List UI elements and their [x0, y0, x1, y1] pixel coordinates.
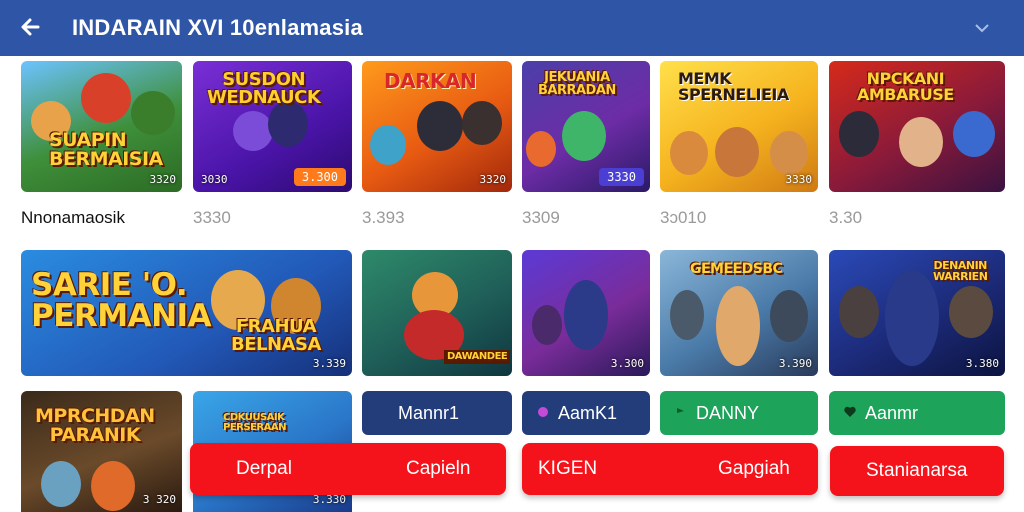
pill-button-1[interactable]: Mannr1: [362, 391, 512, 435]
tile-art-title: NPCKANI AMBARUSE: [857, 69, 954, 104]
tile-art-title: SARIE 'O. PERMANIA: [31, 267, 212, 334]
tile-value: 3330: [785, 173, 813, 186]
row-label-5: 3ɔ010: [660, 208, 707, 227]
chevron-down-icon[interactable]: [970, 16, 994, 40]
pill-button-2[interactable]: AamK1: [522, 391, 650, 435]
pill-button-3[interactable]: DANNY: [660, 391, 818, 435]
game-tile-banner[interactable]: SARIE 'O. PERMANIA FRAHUA BELNASA 3.339: [21, 250, 352, 376]
tile-value: 3.300: [610, 357, 644, 370]
game-tile-2[interactable]: SUSDON WEDNAUCK 3030 3.300: [193, 61, 352, 192]
action-button-label: Stanianarsa: [866, 460, 968, 481]
tile-art-title: DENANIN WARRIEN: [933, 259, 988, 283]
row-label-1: Nnonamaosik: [21, 208, 125, 227]
action-button-3[interactable]: Stanianarsa: [830, 446, 1004, 496]
tile-art-title: DAWANDEE: [444, 350, 511, 364]
pill-button-label: Mannr1: [398, 402, 460, 423]
tile-art-title: SUSDON WEDNAUCK: [207, 69, 321, 108]
tile-art-title: MPRCHDAN PARANIK: [35, 405, 155, 446]
pill-button-4[interactable]: Aanmr: [829, 391, 1005, 435]
action-button-left-label: Derpal: [236, 458, 292, 479]
flag-icon: [677, 408, 684, 417]
tile-art-title: CDKUUSAIK PERSERAAN: [223, 412, 286, 433]
heart-icon: [538, 407, 548, 417]
game-tile-10[interactable]: DENANIN WARRIEN 3.380: [829, 250, 1005, 376]
tile-value: 3320: [479, 173, 507, 186]
action-button-right-label: Capieln: [406, 458, 471, 479]
pill-button-label: Aanmr: [865, 402, 919, 423]
app-header: INDARAIN XVI 10enlamasia: [0, 0, 1024, 56]
game-tile-6[interactable]: NPCKANI AMBARUSE: [829, 61, 1005, 192]
action-button-left-label: KIGEN: [538, 458, 598, 479]
action-button-right-label: Gapgiah: [718, 458, 790, 479]
row-label-4: 3309: [522, 208, 560, 227]
game-tile-1[interactable]: SUAPIN BERMAISIA 3320: [21, 61, 182, 192]
pill-button-label: AamK1: [558, 402, 618, 423]
row-label-2: 3330: [193, 208, 231, 227]
arrow-left-icon[interactable]: [16, 12, 46, 42]
action-button-1[interactable]: Derpal Capieln: [190, 443, 506, 495]
tile-value: 3.390: [778, 357, 812, 370]
tile-value: 3.339: [312, 357, 346, 370]
game-tile-9[interactable]: GEMEEDSBC 3.390: [660, 250, 818, 376]
heart-icon: [844, 406, 856, 417]
tile-value: 3320: [149, 173, 177, 186]
page-title: INDARAIN XVI 10enlamasia: [72, 15, 363, 40]
game-tile-11[interactable]: MPRCHDAN PARANIK 3 320: [21, 391, 182, 512]
row-label-6: 3.30: [829, 208, 863, 227]
pill-button-label: DANNY: [696, 402, 760, 423]
game-tile-3[interactable]: DARKAN 3320: [362, 61, 512, 192]
tile-art-title: GEMEEDSBC: [690, 261, 783, 277]
game-tile-4[interactable]: JEKUANIA BARRADAN 3330: [522, 61, 650, 192]
row-label-3: 3.393: [362, 208, 405, 227]
tile-art-title: MEMK SPERNELIEIA: [678, 69, 789, 104]
tile-art-subtitle: FRAHUA BELNASA: [231, 316, 321, 355]
tile-art-title: SUAPIN BERMAISIA: [49, 129, 163, 170]
game-tile-7[interactable]: DAWANDEE: [362, 250, 512, 376]
tile-value: 3030: [201, 173, 228, 186]
tile-value: 3.380: [965, 357, 999, 370]
action-button-2[interactable]: KIGEN Gapgiah: [522, 443, 818, 495]
game-tile-5[interactable]: MEMK SPERNELIEIA 3330: [660, 61, 818, 192]
game-tile-8[interactable]: 3.300: [522, 250, 650, 376]
tile-art-title: JEKUANIA BARRADAN: [538, 70, 616, 98]
tile-value: 3 320: [142, 493, 176, 506]
tile-art-title: DARKAN: [384, 69, 477, 93]
tile-value: 3330: [599, 168, 644, 186]
tile-price-pill[interactable]: 3.300: [293, 168, 346, 186]
